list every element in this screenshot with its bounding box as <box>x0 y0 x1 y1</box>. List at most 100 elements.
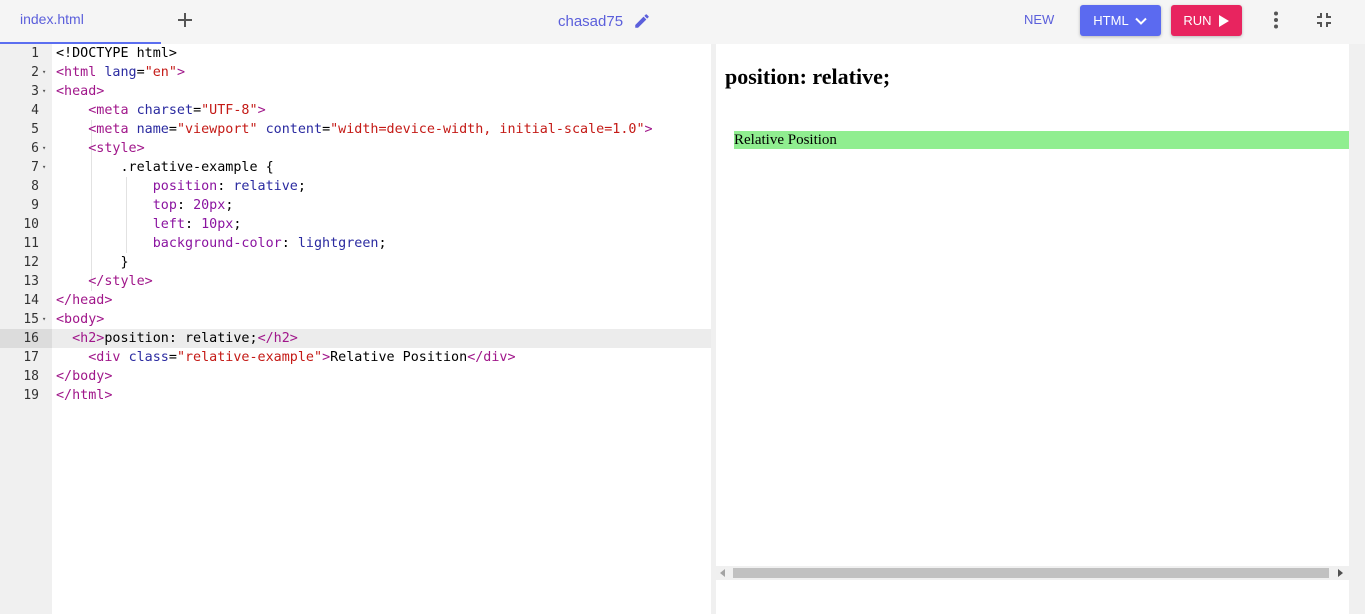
code-token: top <box>152 198 177 213</box>
code-line[interactable]: <html lang="en"> <box>56 63 185 82</box>
line-number-gutter: 1 2 ▾ 3 ▾ 4 5 6 ▾ 7 ▾ 8 9 10 11 12 13 14 15 ▾ 16 17 18 19 <box>0 44 52 614</box>
code-token: <!DOCTYPE html> <box>56 46 177 61</box>
code-line[interactable]: position: relative; <box>56 177 306 196</box>
code-token: <style> <box>88 141 145 156</box>
code-token: name <box>136 122 169 137</box>
code-token: </h2> <box>257 331 298 346</box>
line-number-text: 8 <box>31 179 39 194</box>
fold-arrow-icon[interactable]: ▾ <box>42 310 46 329</box>
line-number: 8 <box>0 177 52 196</box>
project-title: chasad75 <box>558 10 651 32</box>
line-number-text: 16 <box>23 331 39 346</box>
code-token: = <box>322 122 331 137</box>
console-strip <box>716 580 1349 614</box>
pencil-icon[interactable] <box>633 12 651 30</box>
code-token: ; <box>297 179 306 194</box>
code-line[interactable]: </style> <box>56 272 153 291</box>
code-area[interactable]: <!DOCTYPE html> <html lang="en"> <head> <m… <box>52 44 711 614</box>
code-token: ; <box>233 217 242 232</box>
code-token: <div <box>88 350 129 365</box>
code-token: ; <box>378 236 387 251</box>
line-number-text: 14 <box>23 293 39 308</box>
collapse-icon[interactable] <box>1313 9 1335 31</box>
code-line[interactable]: <h2>position: relative;</h2> <box>56 329 298 348</box>
fold-arrow-icon[interactable]: ▾ <box>42 82 46 101</box>
code-line[interactable]: .relative-example { <box>56 158 274 177</box>
code-token: <meta <box>88 122 137 137</box>
line-number: 19 <box>0 386 52 405</box>
line-number-text: 9 <box>31 198 39 213</box>
code-line[interactable]: <meta name="viewport" content="width=dev… <box>56 120 652 139</box>
code-token: = <box>136 65 145 80</box>
code-token: : <box>281 236 298 251</box>
line-number: 3 ▾ <box>0 82 52 101</box>
fold-arrow-icon[interactable]: ▾ <box>42 158 46 177</box>
line-number: 7 ▾ <box>0 158 52 177</box>
fold-arrow-icon[interactable]: ▾ <box>42 63 46 82</box>
code-line[interactable]: top: 20px; <box>56 196 234 215</box>
code-token: lightgreen <box>297 236 379 251</box>
code-line[interactable]: </html> <box>56 386 112 405</box>
code-token: charset <box>136 103 194 118</box>
preview-vertical-scrollbar[interactable] <box>1349 44 1365 566</box>
tab-index-html[interactable]: index.html <box>0 0 161 44</box>
code-line[interactable]: left: 10px; <box>56 215 242 234</box>
line-number: 16 <box>0 329 52 348</box>
code-line[interactable]: <head> <box>56 82 104 101</box>
code-token: = <box>168 350 177 365</box>
plus-icon[interactable] <box>174 9 196 31</box>
code-token: <body> <box>56 312 105 327</box>
code-token: <h2> <box>72 331 105 346</box>
code-line[interactable]: <!DOCTYPE html> <box>56 44 177 63</box>
code-token: </head> <box>56 293 113 308</box>
code-line[interactable]: <style> <box>56 139 145 158</box>
language-dropdown-button[interactable]: HTML <box>1080 5 1161 36</box>
code-token: <html <box>56 65 105 80</box>
code-token: > <box>257 103 266 118</box>
scroll-left-arrow-icon[interactable] <box>720 569 725 577</box>
line-number-text: 15 <box>23 312 39 327</box>
kebab-icon[interactable] <box>1265 9 1287 31</box>
line-number: 4 <box>0 101 52 120</box>
code-token: content <box>265 122 323 137</box>
tab-label: index.html <box>20 11 84 27</box>
new-button[interactable]: NEW <box>1024 12 1054 27</box>
code-editor[interactable]: 1 2 ▾ 3 ▾ 4 5 6 ▾ 7 ▾ 8 9 10 11 12 13 14 15 ▾ 16 17 18 19 <!DOC… <box>0 44 711 614</box>
code-line[interactable]: } <box>56 253 128 272</box>
code-token: Relative Position <box>330 350 468 365</box>
scroll-right-arrow-icon[interactable] <box>1338 569 1343 577</box>
code-token: = <box>193 103 202 118</box>
line-number-text: 5 <box>31 122 39 137</box>
code-token: position <box>152 179 218 194</box>
preview-horizontal-scrollbar[interactable] <box>716 566 1349 580</box>
code-line[interactable]: <meta charset="UTF-8"> <box>56 101 266 120</box>
code-token: : <box>217 179 234 194</box>
scrollbar-thumb[interactable] <box>733 568 1329 578</box>
run-button[interactable]: RUN <box>1171 5 1242 36</box>
code-token: </html> <box>56 388 113 403</box>
line-number-text: 7 <box>31 160 39 175</box>
line-number: 2 ▾ <box>0 63 52 82</box>
code-token: "en" <box>144 65 177 80</box>
preview-relative-box: Relative Position <box>734 131 1349 149</box>
code-line[interactable]: <body> <box>56 310 104 329</box>
code-token: .relative-example { <box>56 160 274 175</box>
line-number: 17 <box>0 348 52 367</box>
code-token: </body> <box>56 369 113 384</box>
code-line[interactable]: </body> <box>56 367 112 386</box>
preview-pane: position: relative; Relative Position <box>716 44 1349 566</box>
code-line[interactable]: background-color: lightgreen; <box>56 234 387 253</box>
code-line[interactable]: </head> <box>56 291 112 310</box>
fold-arrow-icon[interactable]: ▾ <box>42 139 46 158</box>
code-line[interactable]: <div class="relative-example">Relative P… <box>56 348 515 367</box>
code-token: > <box>176 65 185 80</box>
